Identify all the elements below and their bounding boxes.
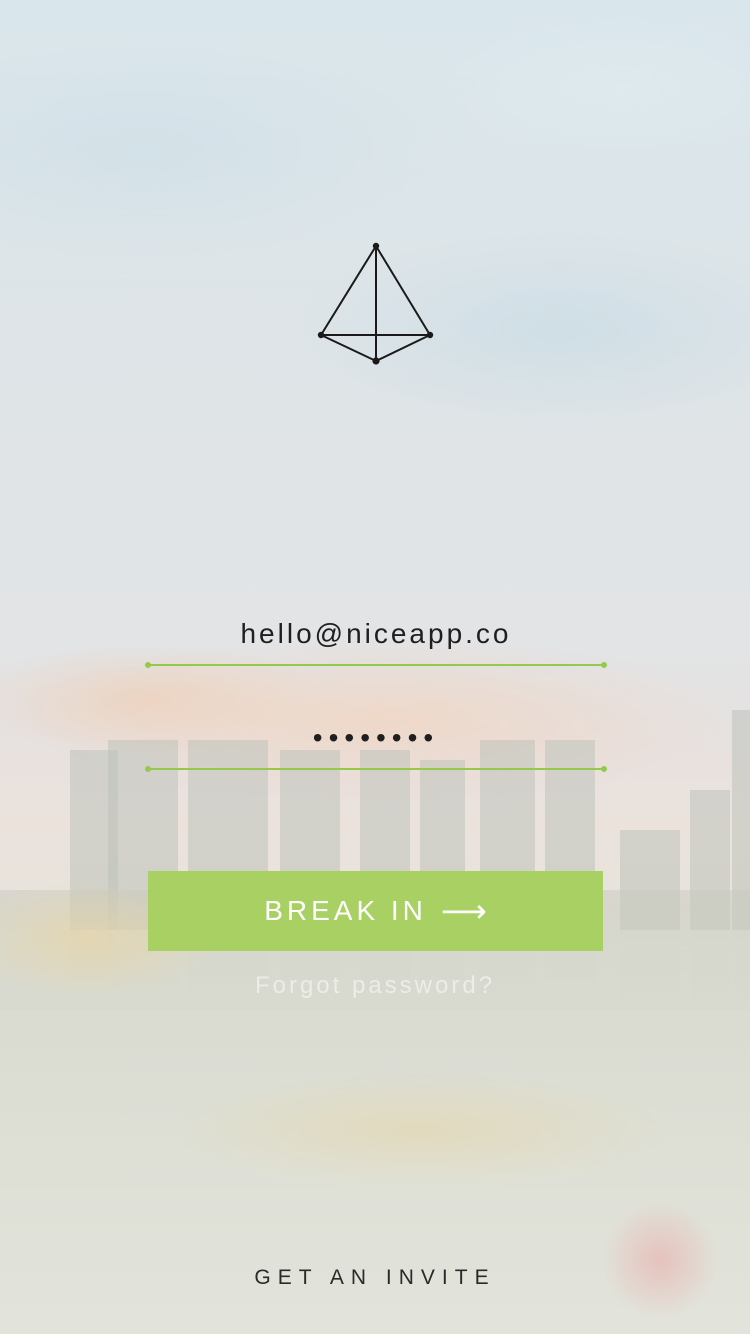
arrow-right-icon: ⟶ [440,893,487,929]
get-an-invite-link[interactable]: GET AN INVITE [0,1266,750,1290]
forgot-password-link[interactable]: Forgot password? [0,972,750,1000]
password-input-value[interactable]: •••••••• [146,720,606,756]
email-underline [145,662,607,668]
email-field[interactable]: hello@niceapp.co [145,616,607,670]
break-in-label: BREAK IN [264,895,427,926]
password-field[interactable]: •••••••• [145,720,607,774]
pyramid-logo-icon [317,242,434,365]
break-in-button[interactable]: BREAK IN ⟶ [148,871,603,951]
password-underline [145,766,607,772]
email-input-value[interactable]: hello@niceapp.co [146,616,606,652]
login-screen: hello@niceapp.co •••••••• BREAK IN ⟶ For… [0,0,750,1334]
